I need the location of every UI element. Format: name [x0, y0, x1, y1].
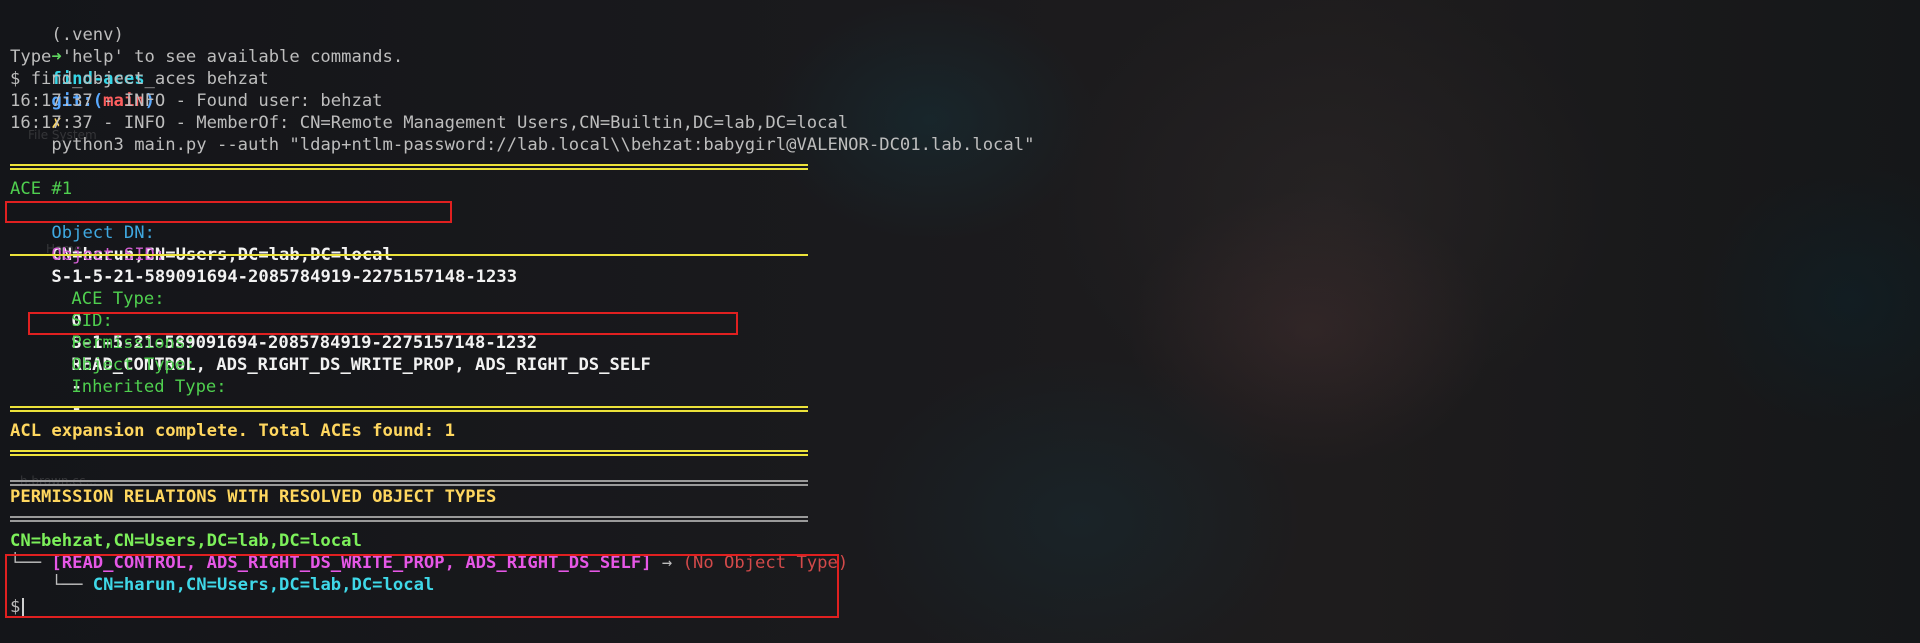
- shell-prompt-line: (.venv) ➜ find-aces git:(main) ✗ python3…: [10, 2, 1920, 155]
- ace-type-row: ACE Type: 0: [10, 266, 1920, 331]
- separator-single: [10, 244, 1920, 266]
- separator-double: [10, 398, 1920, 420]
- relation-source: CN=behzat,CN=Users,DC=lab,DC=local: [10, 531, 362, 551]
- log-memberof: 16:17:37 - INFO - MemberOf: CN=Remote Ma…: [10, 113, 849, 133]
- separator-double: [10, 442, 1920, 464]
- relations-title: PERMISSION RELATIONS WITH RESOLVED OBJEC…: [10, 487, 497, 507]
- highlight-relations: [5, 554, 839, 618]
- object-type-row: Object Type: -: [10, 332, 1920, 397]
- inherited-type-row: Inherited Type: -: [10, 354, 1920, 419]
- separator-double-grey: [10, 508, 1920, 530]
- help-hint: Type 'help' to see available commands.: [10, 47, 404, 67]
- separator-double: [10, 156, 1920, 178]
- sid-row: SID: S-1-5-21-589091694-2085784919-22751…: [10, 288, 1920, 353]
- highlight-object-dn: [5, 201, 452, 223]
- ace-header: ACE #1: [10, 179, 73, 199]
- object-sid-row: Object SID: S-1-5-21-589091694-208578491…: [10, 222, 1920, 287]
- log-found-user: 16:17:37 - INFO - Found user: behzat: [10, 91, 383, 111]
- highlight-permissions: [28, 312, 738, 335]
- blank-line: [10, 464, 1920, 486]
- acl-complete-message: ACL expansion complete. Total ACEs found…: [10, 421, 455, 441]
- tool-command-line: $ find_object_aces behzat: [10, 69, 269, 89]
- terminal-window[interactable]: (.venv) ➜ find-aces git:(main) ✗ python3…: [10, 2, 1920, 618]
